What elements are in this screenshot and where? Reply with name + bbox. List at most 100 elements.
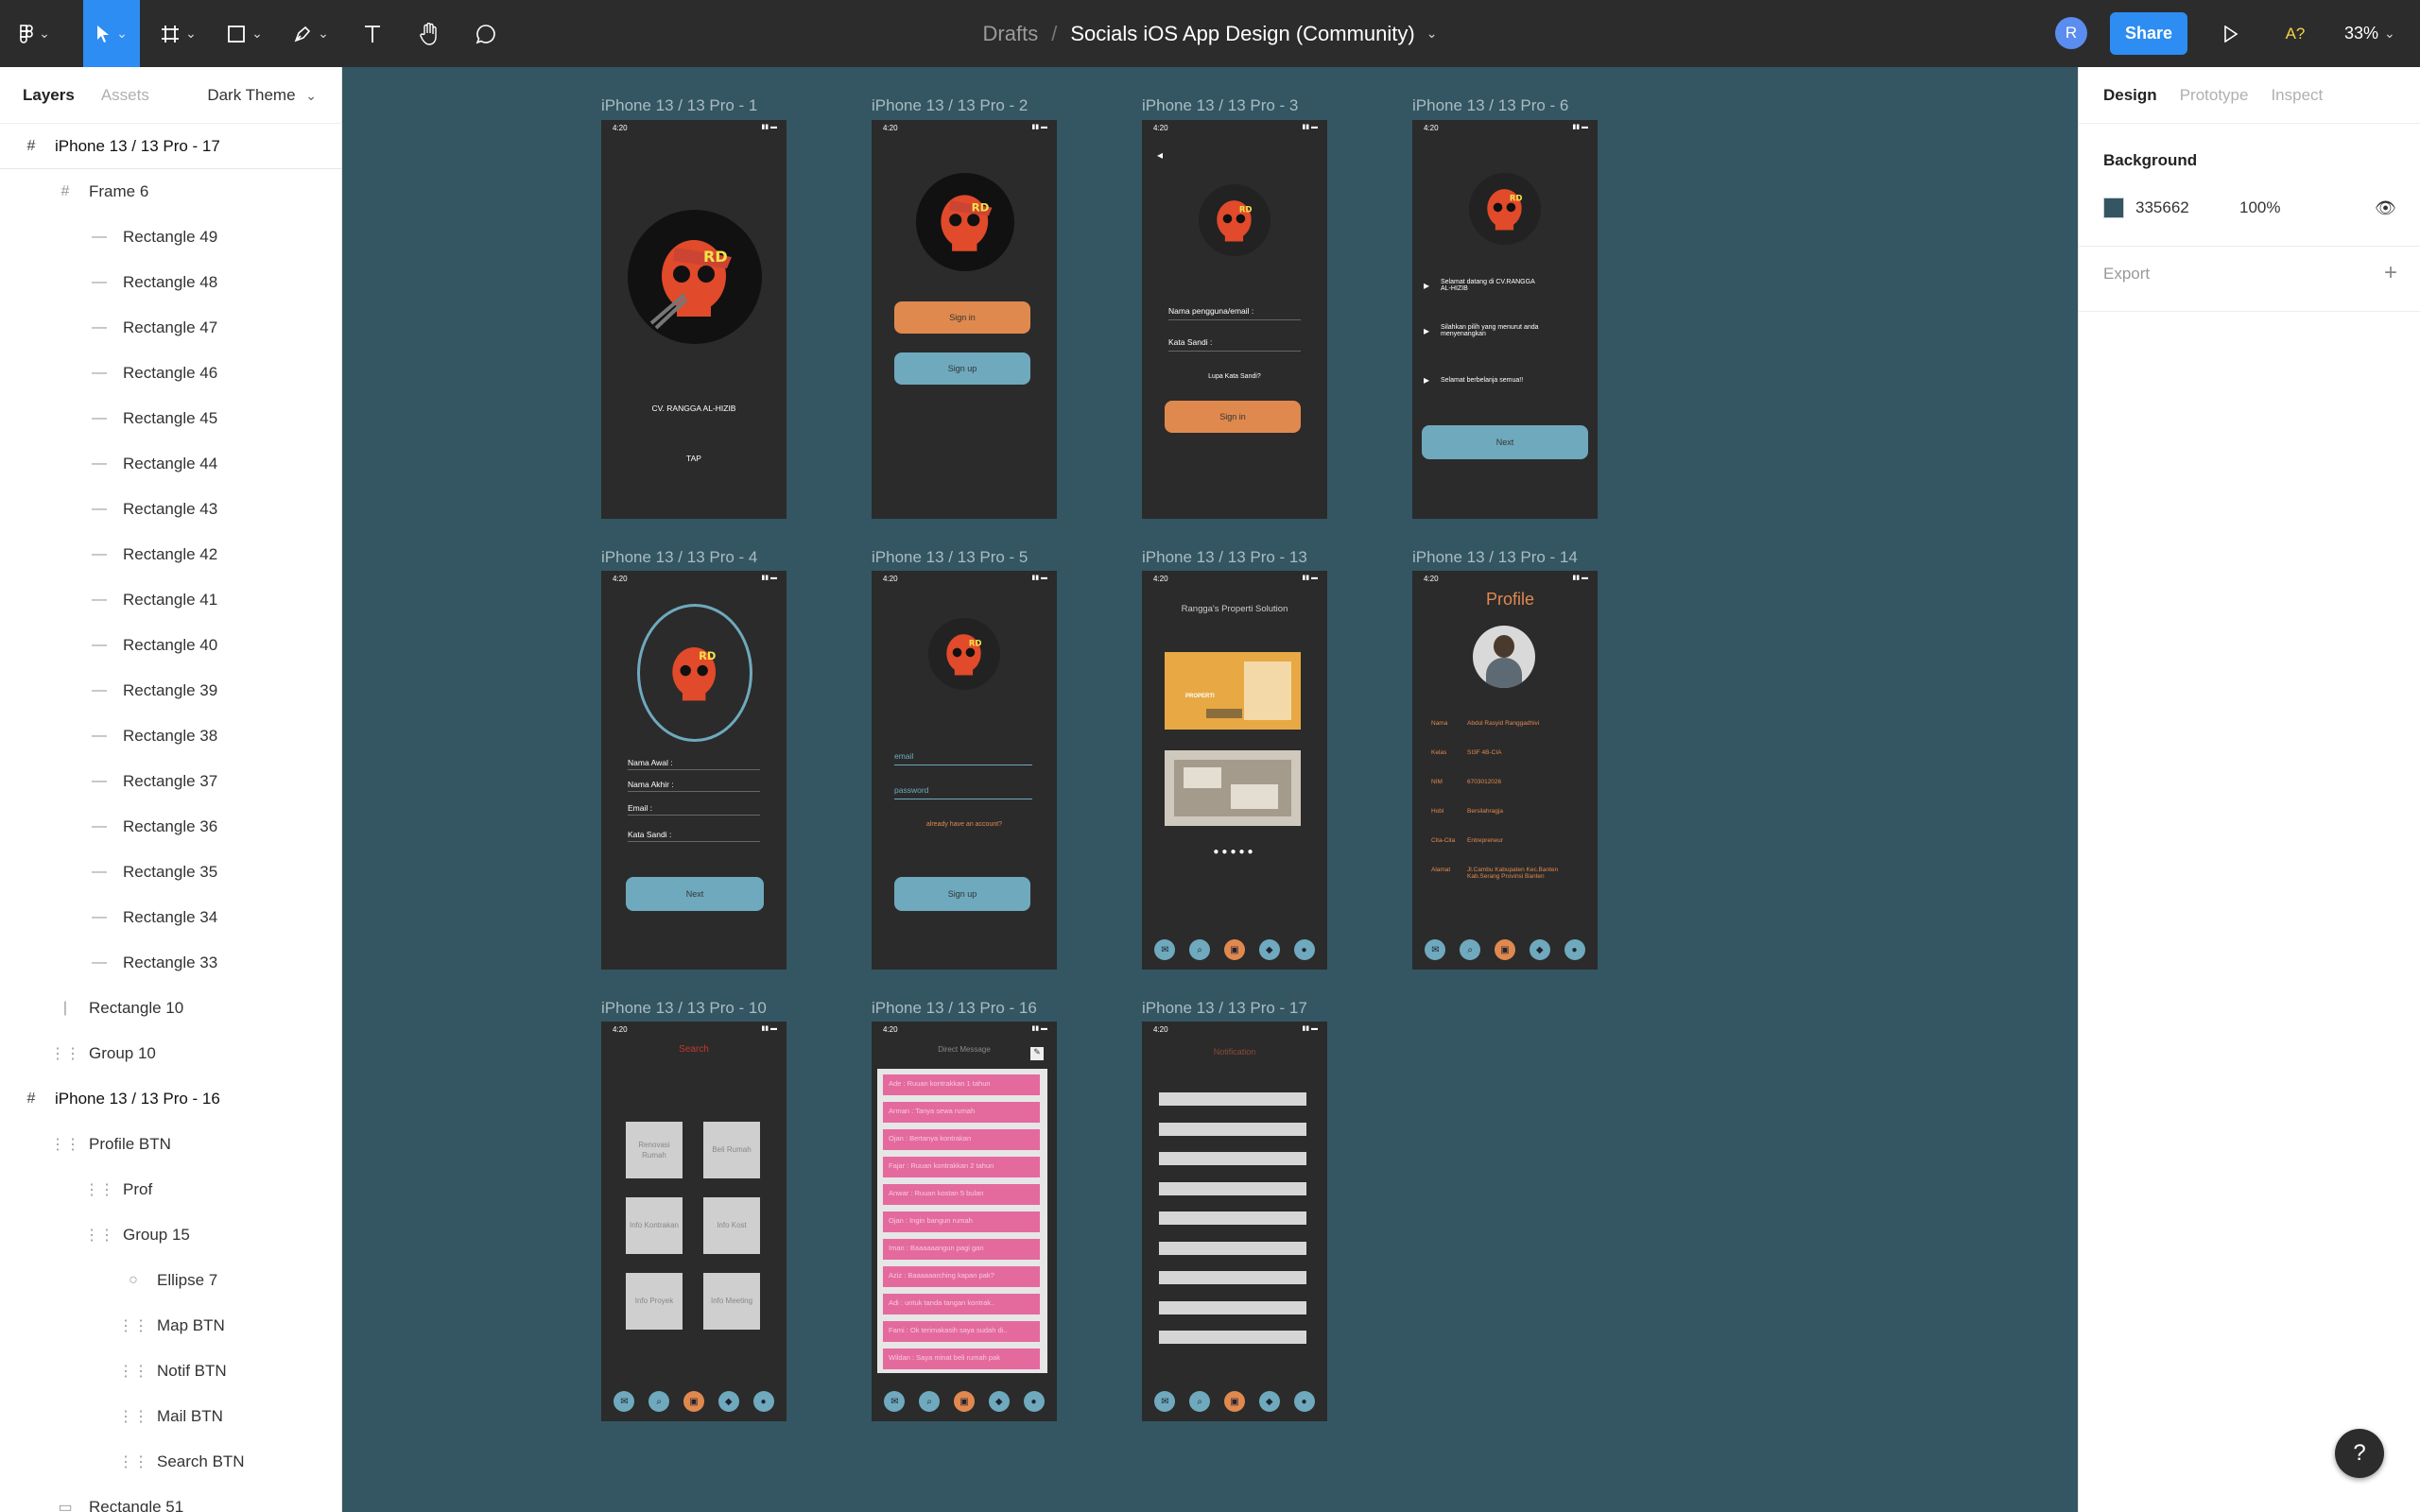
layer-item[interactable]: # iPhone 13 / 13 Pro - 17 [0, 124, 341, 169]
message-item[interactable]: Fajar : Ruuan kontrakkan 2 tahun [883, 1157, 1040, 1177]
search-icon[interactable]: ⌕ [1189, 939, 1211, 960]
password-field[interactable] [1168, 351, 1301, 352]
avatar[interactable]: R [2055, 17, 2087, 49]
layer-item[interactable]: ▭ Rectangle 51 [0, 1485, 341, 1512]
background-hex-input[interactable]: 335662 [2135, 198, 2239, 217]
comment-tool-button[interactable] [467, 0, 505, 67]
layer-item[interactable]: — Rectangle 46 [0, 351, 341, 396]
layer-item[interactable]: ⋮⋮ Prof [0, 1167, 341, 1212]
map-icon[interactable]: ▣ [1223, 1391, 1245, 1412]
layer-item[interactable]: # iPhone 13 / 13 Pro - 16 [0, 1076, 341, 1122]
present-button[interactable] [2212, 0, 2250, 67]
profile-icon[interactable]: ● [1293, 1391, 1315, 1412]
next-button[interactable]: Next [626, 877, 764, 911]
layer-item[interactable]: ○ Ellipse 7 [0, 1258, 341, 1303]
frame-label[interactable]: iPhone 13 / 13 Pro - 1 [601, 96, 757, 115]
background-swatch[interactable] [2103, 198, 2124, 218]
floorplan-image[interactable] [1165, 750, 1301, 826]
bell-icon[interactable]: ◆ [1258, 939, 1280, 960]
map-icon[interactable]: ▣ [953, 1391, 975, 1412]
frame-label[interactable]: iPhone 13 / 13 Pro - 4 [601, 548, 757, 567]
add-export-icon[interactable]: + [2384, 260, 2397, 286]
layer-item[interactable]: — Rectangle 45 [0, 396, 341, 441]
layer-item[interactable]: — Rectangle 33 [0, 940, 341, 986]
layer-item[interactable]: — Rectangle 44 [0, 441, 341, 487]
mail-icon[interactable]: ✉ [1154, 939, 1176, 960]
breadcrumb-drafts[interactable]: Drafts [983, 22, 1039, 46]
layer-item[interactable]: ⋮⋮ Notif BTN [0, 1349, 341, 1394]
notification-item[interactable] [1159, 1211, 1306, 1225]
message-item[interactable]: Wildan : Saya minat beli rumah pak [883, 1349, 1040, 1369]
message-item[interactable]: Iman : Baaaaaangun pagi gan [883, 1239, 1040, 1260]
compose-icon[interactable]: ✎ [1030, 1047, 1044, 1060]
signin-button[interactable]: Sign in [894, 301, 1030, 334]
notification-item[interactable] [1159, 1181, 1306, 1195]
message-item[interactable]: Fami : Ok terimakasih saya sudah di.. [883, 1321, 1040, 1342]
email-field[interactable] [628, 815, 760, 816]
share-button[interactable]: Share [2110, 12, 2187, 55]
tab-inspect[interactable]: Inspect [2271, 86, 2323, 105]
layer-item[interactable]: ⋮⋮ Profile BTN [0, 1122, 341, 1167]
profile-icon[interactable]: ● [752, 1391, 774, 1412]
move-tool-button[interactable]: ⌄ [83, 0, 140, 67]
layer-item[interactable]: ⋮⋮ Map BTN [0, 1303, 341, 1349]
layer-item[interactable]: — Rectangle 41 [0, 577, 341, 623]
forgot-password-link[interactable]: Lupa Kata Sandi? [1142, 373, 1327, 380]
layer-item[interactable]: — Rectangle 47 [0, 305, 341, 351]
layer-item[interactable]: — Rectangle 43 [0, 487, 341, 532]
layer-item[interactable]: — Rectangle 36 [0, 804, 341, 850]
property-banner[interactable]: PROPERTI [1165, 652, 1301, 730]
layer-item[interactable]: | Rectangle 10 [0, 986, 341, 1031]
search-icon[interactable]: ⌕ [648, 1391, 670, 1412]
layer-item[interactable]: — Rectangle 49 [0, 215, 341, 260]
search-card[interactable]: Info Kost [703, 1197, 760, 1254]
page-selector[interactable]: Dark Theme ⌄ [207, 86, 317, 105]
layer-item[interactable]: — Rectangle 48 [0, 260, 341, 305]
frame-notifications[interactable]: 4:20 Notification ✉ ⌕ ▣ ◆ ● [1142, 1022, 1327, 1421]
message-item[interactable]: Aziz : Baaaaaarching kapan pak? [883, 1266, 1040, 1287]
tab-design[interactable]: Design [2103, 86, 2157, 105]
mail-icon[interactable]: ✉ [1154, 1391, 1176, 1412]
layer-item[interactable]: — Rectangle 42 [0, 532, 341, 577]
back-icon[interactable]: ◂ [1157, 148, 1163, 162]
layer-item[interactable]: — Rectangle 39 [0, 668, 341, 713]
hand-tool-button[interactable] [410, 0, 448, 67]
frame-register[interactable]: 4:20 RD Nama Awal : Nama Akhir : Email :… [601, 571, 786, 970]
bell-icon[interactable]: ◆ [1529, 939, 1550, 960]
mail-icon[interactable]: ✉ [614, 1391, 635, 1412]
frame-label[interactable]: iPhone 13 / 13 Pro - 6 [1412, 96, 1568, 115]
frame-signin[interactable]: 4:20 ◂ RD Nama pengguna/email : Kata San… [1142, 120, 1327, 519]
frame-messages[interactable]: 4:20 Direct Message ✎ Ade : Ruuan kontra… [872, 1022, 1057, 1421]
help-button[interactable]: ? [2335, 1429, 2384, 1478]
search-card[interactable]: Info Kontrakan [626, 1197, 683, 1254]
profile-icon[interactable]: ● [1564, 939, 1585, 960]
zoom-menu[interactable]: 33% ⌄ [2344, 0, 2395, 67]
search-card[interactable]: Renovasi Rumah [626, 1122, 683, 1178]
frame-label[interactable]: iPhone 13 / 13 Pro - 16 [872, 999, 1037, 1018]
message-item[interactable]: Adi : untuk tanda tangan kontrak.. [883, 1294, 1040, 1314]
frame-profile[interactable]: 4:20 Profile Nama Abdul Rasyid Ranggadhiv… [1412, 571, 1598, 970]
frame-search[interactable]: 4:20 Search Renovasi Rumah Beli Rumah Info… [601, 1022, 786, 1421]
notification-item[interactable] [1159, 1152, 1306, 1165]
eye-icon[interactable]: 👁 [2375, 198, 2396, 218]
frame-label[interactable]: iPhone 13 / 13 Pro - 14 [1412, 548, 1578, 567]
map-icon[interactable]: ▣ [683, 1391, 704, 1412]
main-menu-button[interactable]: ⌄ [11, 0, 59, 67]
pen-tool-button[interactable]: ⌄ [287, 0, 335, 67]
notification-item[interactable] [1159, 1300, 1306, 1314]
tap-label[interactable]: TAP [601, 454, 786, 463]
message-item[interactable]: Ade : Ruuan kontrakkan 1 tahun [883, 1074, 1040, 1095]
layer-item[interactable]: ⋮⋮ Search BTN [0, 1439, 341, 1485]
search-icon[interactable]: ⌕ [1189, 1391, 1211, 1412]
frame-tool-button[interactable]: ⌄ [155, 0, 202, 67]
frame-label[interactable]: iPhone 13 / 13 Pro - 3 [1142, 96, 1298, 115]
frame-label[interactable]: iPhone 13 / 13 Pro - 2 [872, 96, 1028, 115]
notification-item[interactable] [1159, 1092, 1306, 1106]
frame-signup[interactable]: 4:20 RD email password already have an a… [872, 571, 1057, 970]
frame-onboarding[interactable]: 4:20 RD ▸ Selamat datang di CV.RANGGA AL… [1412, 120, 1598, 519]
missing-fonts-button[interactable]: A? [2276, 0, 2314, 67]
firstname-field[interactable] [628, 769, 760, 770]
map-icon[interactable]: ▣ [1223, 939, 1245, 960]
bell-icon[interactable]: ◆ [1258, 1391, 1280, 1412]
layer-item[interactable]: ⋮⋮ Mail BTN [0, 1394, 341, 1439]
